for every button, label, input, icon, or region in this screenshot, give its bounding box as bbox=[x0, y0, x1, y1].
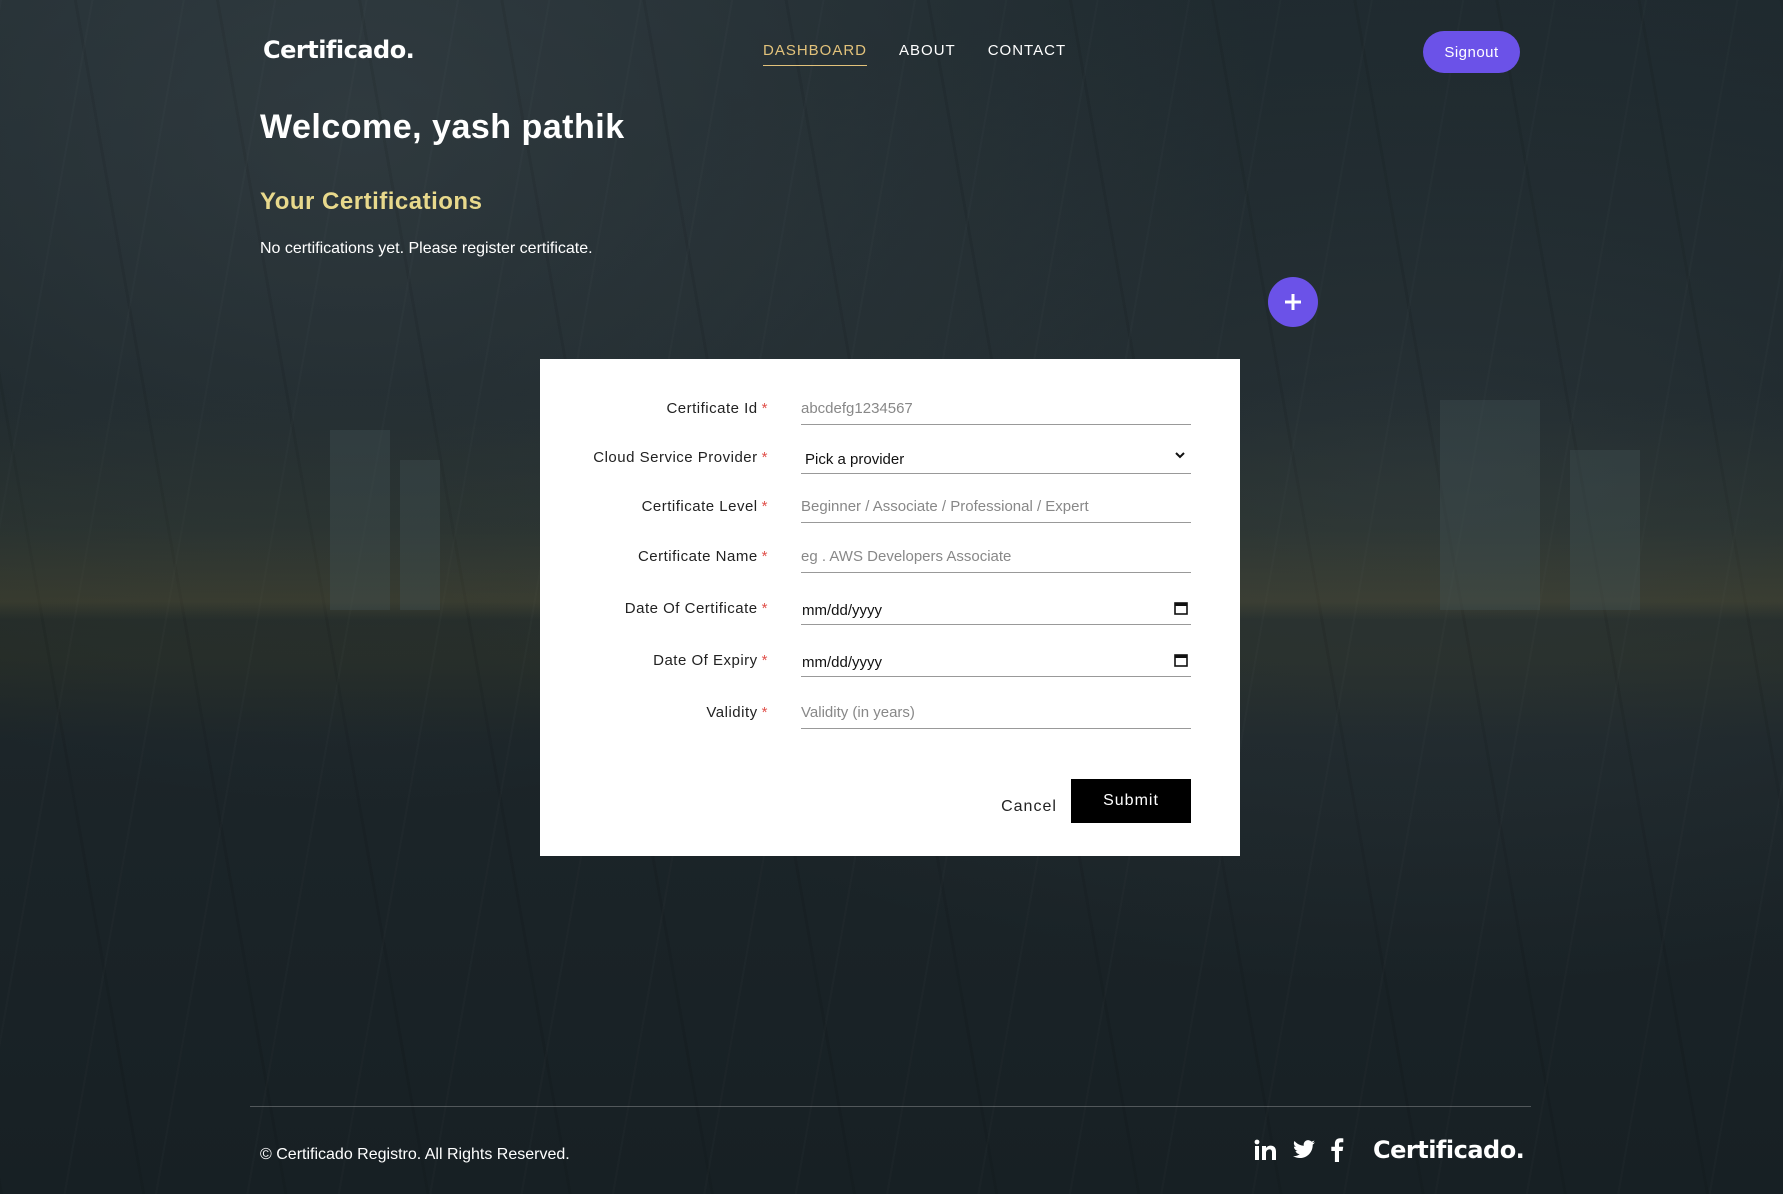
validity-input[interactable] bbox=[801, 697, 1191, 729]
welcome-heading: Welcome, yash pathik bbox=[260, 108, 625, 146]
certificate-id-input[interactable] bbox=[801, 393, 1191, 425]
certificate-id-label: Certificate Id * bbox=[666, 400, 768, 417]
facebook-icon[interactable] bbox=[1330, 1138, 1344, 1167]
date-certificate-label: Date Of Certificate * bbox=[624, 600, 768, 617]
calendar-icon[interactable] bbox=[1173, 600, 1189, 620]
field-row-date-expiry: Date Of Expiry * mm/dd/yyyy bbox=[540, 645, 1240, 677]
nav-dashboard[interactable]: DASHBOARD bbox=[763, 42, 868, 66]
signout-button[interactable]: Signout bbox=[1423, 31, 1520, 73]
copyright-text: © Certificado Registro. All Rights Reser… bbox=[260, 1146, 570, 1163]
logo[interactable]: Certificado. bbox=[263, 36, 415, 64]
level-input[interactable] bbox=[801, 491, 1191, 523]
twitter-icon[interactable] bbox=[1292, 1140, 1316, 1165]
plus-icon bbox=[1285, 294, 1301, 310]
main-nav: DASHBOARD ABOUT CONTACT bbox=[763, 42, 1066, 66]
footer-logo[interactable]: Certificado. bbox=[1373, 1136, 1525, 1164]
date-expiry-value: mm/dd/yyyy bbox=[802, 654, 883, 671]
field-row-provider: Cloud Service Provider * Pick a provider bbox=[540, 442, 1240, 474]
cancel-button[interactable]: Cancel bbox=[994, 785, 1064, 829]
provider-select[interactable]: Pick a provider bbox=[801, 442, 1191, 474]
level-label: Certificate Level * bbox=[641, 498, 768, 515]
date-expiry-label: Date Of Expiry * bbox=[653, 652, 768, 669]
field-row-certificate-id: Certificate Id * bbox=[540, 393, 1240, 425]
field-row-name: Certificate Name * bbox=[540, 541, 1240, 573]
date-certificate-value: mm/dd/yyyy bbox=[802, 602, 883, 619]
field-row-validity: Validity * bbox=[540, 697, 1240, 729]
field-row-level: Certificate Level * bbox=[540, 491, 1240, 523]
certifications-title: Your Certifications bbox=[260, 188, 483, 215]
date-certificate-input[interactable]: mm/dd/yyyy bbox=[801, 593, 1191, 625]
date-expiry-input[interactable]: mm/dd/yyyy bbox=[801, 645, 1191, 677]
name-input[interactable] bbox=[801, 541, 1191, 573]
field-row-date-certificate: Date Of Certificate * mm/dd/yyyy bbox=[540, 593, 1240, 625]
calendar-icon[interactable] bbox=[1173, 652, 1189, 672]
footer-divider bbox=[250, 1106, 1531, 1107]
empty-state-message: No certifications yet. Please register c… bbox=[260, 240, 593, 257]
add-certificate-button[interactable] bbox=[1268, 277, 1318, 327]
social-links bbox=[1254, 1138, 1344, 1167]
provider-select-value: Pick a provider bbox=[805, 451, 905, 468]
submit-button[interactable]: Submit bbox=[1071, 779, 1191, 823]
linkedin-icon[interactable] bbox=[1254, 1139, 1278, 1166]
chevron-down-icon bbox=[1173, 448, 1187, 465]
name-label: Certificate Name * bbox=[637, 548, 768, 565]
validity-label: Validity * bbox=[706, 704, 768, 721]
provider-label: Cloud Service Provider * bbox=[593, 449, 768, 466]
nav-contact[interactable]: CONTACT bbox=[988, 42, 1066, 66]
register-certificate-modal: Certificate Id* Cloud Service Provider* … bbox=[540, 359, 1240, 856]
nav-about[interactable]: ABOUT bbox=[899, 42, 956, 66]
